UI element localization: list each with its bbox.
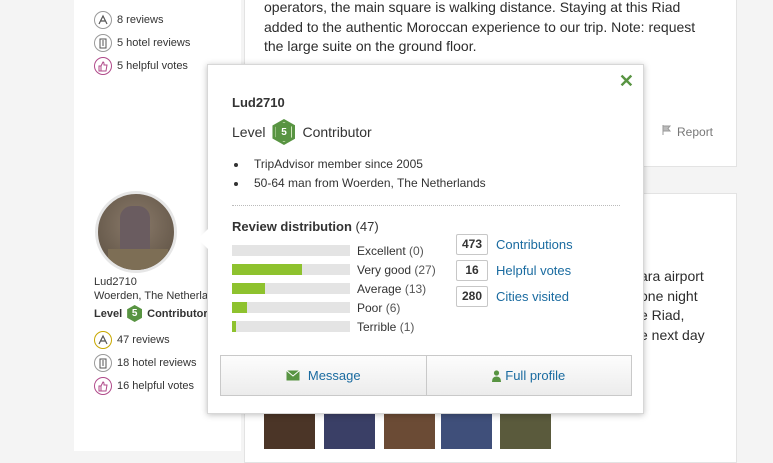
- distribution-fill: [232, 264, 302, 275]
- reviewer2-helpful-votes[interactable]: 16 helpful votes: [94, 376, 194, 396]
- review-photo[interactable]: [384, 414, 435, 449]
- level-badge-icon: 5: [272, 119, 296, 145]
- hotel-icon: [94, 354, 112, 372]
- review-pen-icon: [94, 331, 112, 349]
- review-photo[interactable]: [324, 414, 375, 449]
- reviewer2-reviews[interactable]: 47 reviews: [94, 330, 170, 350]
- avatar[interactable]: [95, 191, 177, 273]
- distribution-fill: [232, 321, 236, 332]
- distribution-fill: [232, 302, 248, 313]
- report-link[interactable]: Report: [661, 124, 713, 139]
- flag-icon: [661, 124, 673, 139]
- popup-username[interactable]: Lud2710: [232, 95, 285, 110]
- stat-helpful-votes[interactable]: 16 Helpful votes: [456, 257, 573, 283]
- distribution-row: Excellent (0): [232, 241, 436, 260]
- review-pen-icon: [94, 11, 112, 29]
- distribution-row: Very good (27): [232, 260, 436, 279]
- member-info-list: TripAdvisor member since 2005 50-64 man …: [248, 157, 486, 195]
- member-profile-popup: ✕ Lud2710 Level 5 Contributor TripAdviso…: [198, 64, 644, 414]
- full-profile-button[interactable]: Full profile: [425, 356, 632, 395]
- reviewer2-hotel-reviews[interactable]: 18 hotel reviews: [94, 353, 197, 373]
- reviewer-location: Woerden, The Netherla: [94, 290, 208, 302]
- reviewer1-hotel-reviews[interactable]: 5 hotel reviews: [94, 33, 190, 53]
- distribution-fill: [232, 283, 266, 294]
- reviewer1-reviews[interactable]: 8 reviews: [94, 10, 163, 30]
- review-2-text: ara airport one night e Riad, e next day: [640, 268, 705, 343]
- reviewer1-helpful-votes[interactable]: 5 helpful votes: [94, 56, 188, 76]
- message-button[interactable]: Message: [221, 356, 426, 395]
- hotel-icon: [94, 34, 112, 52]
- list-item: 50-64 man from Woerden, The Netherlands: [248, 176, 486, 190]
- distribution-row: Average (13): [232, 279, 436, 298]
- thumbs-up-icon: [94, 57, 112, 75]
- person-icon: [492, 369, 502, 382]
- distribution-row: Poor (6): [232, 298, 436, 317]
- review-1-text: operators, the main square is walking di…: [264, 0, 696, 54]
- review-photo[interactable]: [264, 414, 315, 449]
- member-stats: 473 Contributions 16 Helpful votes 280 Citi…: [456, 231, 573, 309]
- review-distribution-title: Review distribution (47): [232, 219, 379, 234]
- popup-level: Level 5 Contributor: [232, 119, 372, 145]
- popup-pointer: [198, 229, 208, 249]
- level-badge-icon: 5: [127, 305, 143, 322]
- stat-contributions[interactable]: 473 Contributions: [456, 231, 573, 257]
- review-distribution-bars: Excellent (0) Very good (27) Average (13…: [232, 241, 436, 336]
- thumbs-up-icon: [94, 377, 112, 395]
- review-photo[interactable]: [500, 414, 551, 449]
- popup-actions: Message Full profile: [220, 355, 632, 396]
- review-photo[interactable]: [441, 414, 492, 449]
- reviewer-name[interactable]: Lud2710: [94, 276, 137, 288]
- stat-cities-visited[interactable]: 280 Cities visited: [456, 283, 573, 309]
- reviewer-level: Level 5 Contributor: [94, 305, 208, 322]
- envelope-icon: [286, 370, 300, 381]
- distribution-row: Terrible (1): [232, 317, 436, 336]
- divider: [232, 205, 620, 206]
- close-icon[interactable]: ✕: [619, 71, 634, 92]
- list-item: TripAdvisor member since 2005: [248, 157, 486, 171]
